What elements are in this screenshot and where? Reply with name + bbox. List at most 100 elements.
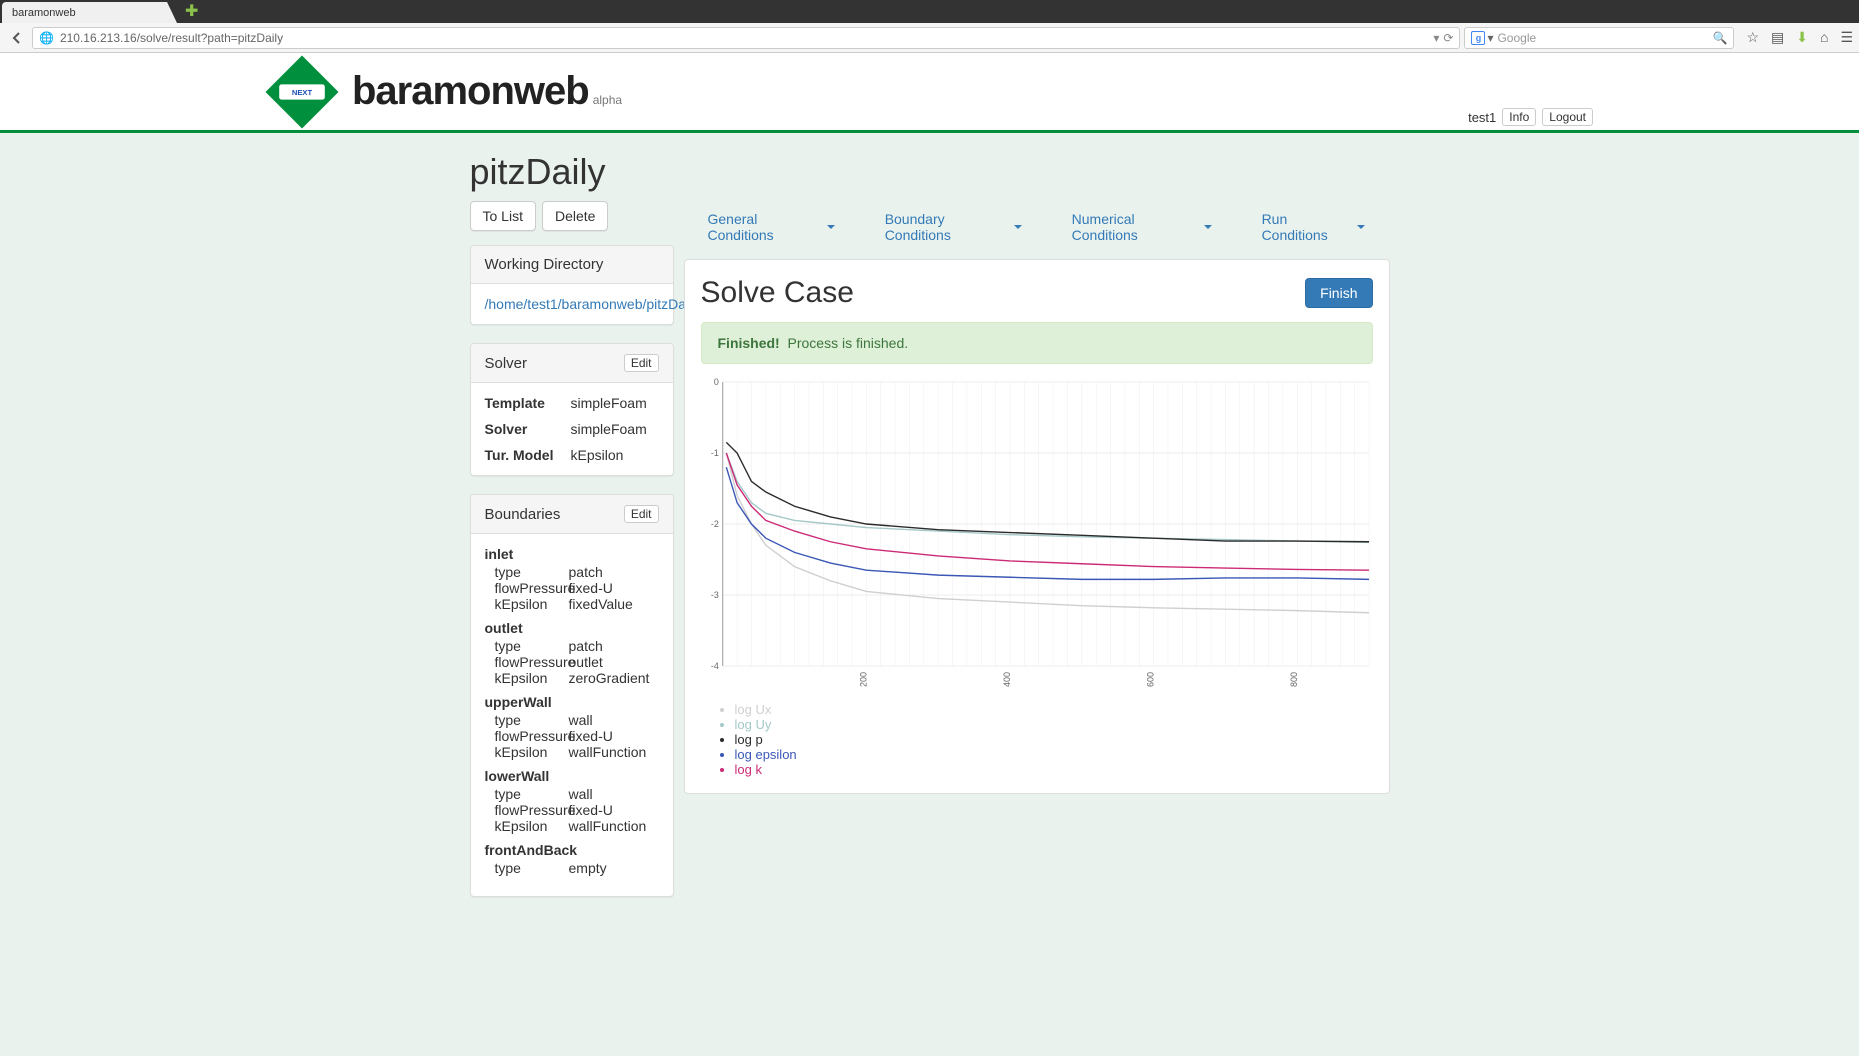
boundary-value: fixed-U (569, 728, 659, 744)
bookmarks-list-icon[interactable]: ▤ (1771, 29, 1784, 46)
alert-success: Finished! Process is finished. (701, 322, 1373, 364)
card-title: Solve Case (701, 276, 854, 310)
legend-item[interactable]: log p (735, 732, 1373, 747)
boundary-value: wallFunction (569, 744, 659, 760)
boundary-key: flowPressure (495, 654, 569, 670)
solver-heading: Solver Edit (471, 344, 673, 383)
boundary-value: wall (569, 712, 659, 728)
legend-item[interactable]: log Ux (735, 702, 1373, 717)
toolbar-icons: ☆ ▤ ⬇ ⌂ ☰ (1746, 29, 1853, 46)
solver-heading-text: Solver (485, 355, 528, 372)
back-icon[interactable] (6, 27, 28, 49)
page-title: pitzDaily (470, 151, 1390, 193)
search-dropdown-icon[interactable]: ▾ (1487, 31, 1493, 45)
main-area: General Conditions Boundary Conditions Num… (684, 201, 1390, 794)
new-tab-icon[interactable]: ✚ (185, 1, 198, 21)
svg-text:0: 0 (713, 377, 718, 387)
boundary-name: inlet (485, 546, 659, 562)
tab-label: Run Conditions (1262, 211, 1354, 243)
working-dir-link[interactable]: /home/test1/baramonweb/pitzDaily (485, 296, 700, 312)
card-head: Solve Case Finish (701, 276, 1373, 310)
search-input[interactable]: g ▾ Google 🔍 (1464, 27, 1734, 49)
tab-link[interactable]: General Conditions (698, 201, 845, 253)
boundary-block: lowerWall typewallflowPressurefixed-UkEps… (485, 768, 659, 834)
delete-button[interactable]: Delete (542, 201, 608, 231)
template-value: simpleFoam (571, 395, 659, 411)
top-bar: NEXT baramonwebalpha test1 Info Logout (0, 53, 1859, 133)
bookmark-star-icon[interactable]: ☆ (1746, 29, 1759, 46)
boundary-key: kEpsilon (495, 670, 569, 686)
boundary-key: kEpsilon (495, 596, 569, 612)
boundary-value: outlet (569, 654, 659, 670)
caret-down-icon (1204, 225, 1212, 229)
logo-icon: NEXT (264, 54, 340, 130)
legend-item[interactable]: log k (735, 762, 1373, 777)
sidebar: To List Delete Working Directory /home/t… (470, 201, 674, 915)
boundary-key: kEpsilon (495, 744, 569, 760)
boundary-grid: typewallflowPressurefixed-UkEpsilonwallF… (485, 712, 659, 760)
boundary-key: type (495, 638, 569, 654)
boundary-key: type (495, 564, 569, 580)
home-icon[interactable]: ⌂ (1820, 29, 1828, 46)
globe-icon: 🌐 (39, 31, 54, 45)
legend-item[interactable]: log epsilon (735, 747, 1373, 762)
solver-edit-button[interactable]: Edit (624, 354, 659, 372)
topbar-right: test1 Info Logout (1468, 108, 1593, 126)
chart: 0-1-2-3-4200400600800 log Uxlog Uylog pl… (701, 376, 1373, 777)
brand-wrap: baramonwebalpha (352, 69, 622, 114)
boundary-value: fixed-U (569, 802, 659, 818)
boundaries-edit-button[interactable]: Edit (624, 505, 659, 523)
caret-down-icon (827, 225, 835, 229)
boundary-value: patch (569, 638, 659, 654)
url-input[interactable]: 🌐 210.16.213.16/solve/result?path=pitzDa… (32, 27, 1460, 49)
boundary-key: flowPressure (495, 802, 569, 818)
svg-text:200: 200 (858, 672, 868, 687)
tab-link[interactable]: Run Conditions (1252, 201, 1376, 253)
tab-link[interactable]: Numerical Conditions (1062, 201, 1222, 253)
boundary-name: outlet (485, 620, 659, 636)
solver-value: simpleFoam (571, 421, 659, 437)
info-button[interactable]: Info (1502, 108, 1536, 126)
solver-panel: Solver Edit Template simpleFoam Solver s… (470, 343, 674, 476)
browser-tab[interactable]: baramonweb (2, 2, 177, 23)
search-go-icon[interactable]: 🔍 (1712, 31, 1727, 45)
tab-link[interactable]: Boundary Conditions (875, 201, 1032, 253)
google-icon: g (1471, 31, 1485, 45)
boundary-block: inlet typepatchflowPressurefixed-UkEpsilo… (485, 546, 659, 612)
boundary-name: frontAndBack (485, 842, 659, 858)
logo-combo: NEXT baramonwebalpha (264, 54, 622, 130)
boundary-value: wallFunction (569, 818, 659, 834)
legend-item[interactable]: log Uy (735, 717, 1373, 732)
working-dir-panel: Working Directory /home/test1/baramonweb… (470, 245, 674, 325)
svg-text:600: 600 (1145, 672, 1155, 687)
finish-button[interactable]: Finish (1305, 278, 1372, 308)
reload-icon[interactable]: ⟳ (1443, 31, 1453, 45)
caret-down-icon (1014, 225, 1022, 229)
logout-button[interactable]: Logout (1542, 108, 1593, 126)
working-dir-heading: Working Directory (471, 246, 673, 284)
menu-icon[interactable]: ☰ (1840, 29, 1853, 46)
dropdown-icon[interactable]: ▾ (1433, 31, 1439, 45)
brand-suffix: alpha (593, 93, 622, 107)
solver-label: Solver (485, 421, 571, 437)
solve-card: Solve Case Finish Finished! Process is f… (684, 259, 1390, 794)
svg-text:-1: -1 (710, 448, 718, 458)
svg-text:800: 800 (1289, 672, 1299, 687)
boundary-value: fixed-U (569, 580, 659, 596)
boundaries-body: inlettypepatchflowPressurefixed-UkEpsilo… (471, 534, 673, 896)
browser-chrome: baramonweb ✚ 🌐 210.16.213.16/solve/resul… (0, 0, 1859, 53)
username: test1 (1468, 110, 1496, 125)
sidebar-actions: To List Delete (470, 201, 674, 231)
boundary-grid: typewallflowPressurefixed-UkEpsilonwallF… (485, 786, 659, 834)
downloads-icon[interactable]: ⬇ (1796, 29, 1808, 46)
boundary-name: lowerWall (485, 768, 659, 784)
to-list-button[interactable]: To List (470, 201, 536, 231)
boundary-grid: typepatchflowPressurefixed-UkEpsilonfixe… (485, 564, 659, 612)
alert-text: Process is finished. (788, 335, 909, 351)
boundary-key: type (495, 786, 569, 802)
page: NEXT baramonwebalpha test1 Info Logout p… (0, 53, 1859, 1056)
solver-body: Template simpleFoam Solver simpleFoam Tu… (471, 383, 673, 475)
tab-label: Numerical Conditions (1072, 211, 1200, 243)
boundary-key: type (495, 712, 569, 728)
turb-label: Tur. Model (485, 447, 571, 463)
